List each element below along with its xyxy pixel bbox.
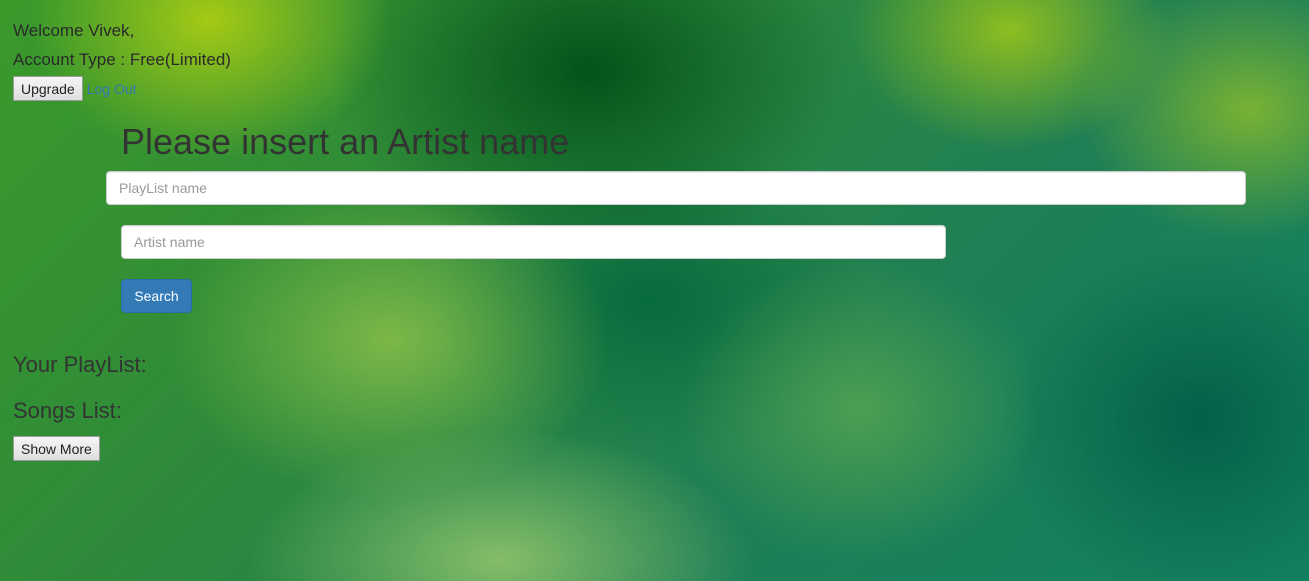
playlist-name-input[interactable]	[106, 171, 1246, 205]
user-info: Welcome Vivek, Account Type : Free(Limit…	[13, 16, 231, 74]
account-actions: Upgrade Log Out	[13, 76, 137, 101]
songs-list-heading: Songs List:	[13, 398, 122, 423]
welcome-text: Welcome Vivek,	[13, 21, 135, 40]
artist-name-input[interactable]	[121, 225, 946, 259]
page-title: Please insert an Artist name	[121, 121, 570, 162]
search-button[interactable]: Search	[121, 279, 192, 313]
account-type-text: Account Type : Free(Limited)	[13, 50, 231, 69]
show-more-button[interactable]: Show More	[13, 436, 100, 461]
your-playlist-heading: Your PlayList:	[13, 352, 147, 377]
logout-link[interactable]: Log Out	[87, 81, 137, 97]
upgrade-button[interactable]: Upgrade	[13, 76, 83, 101]
